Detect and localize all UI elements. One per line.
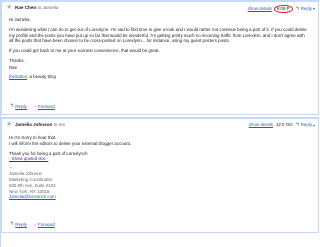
forward-action-label: Forward (37, 103, 55, 109)
show-details-link[interactable]: show details (249, 122, 273, 128)
signature: theitattoo: a beauty blog (9, 74, 310, 80)
reply-icon: ↰ (10, 221, 15, 228)
reply-button[interactable]: ↰ Reply ▾ (296, 122, 315, 129)
recipient-text: to me (53, 122, 66, 127)
reply-icon: ↰ (10, 103, 15, 110)
reply-icon: ↰ (295, 122, 300, 128)
reply-label: Reply (300, 122, 312, 128)
show-quoted-text-link[interactable]: - Show quoted text - (9, 156, 48, 161)
message-header[interactable]: ★ Jamelia Johnson to me show details 12:… (2, 119, 318, 132)
message-header[interactable]: ★ Rae Chen to Jamelia show details 9:09 … (2, 2, 318, 15)
show-details-link[interactable]: show details (248, 6, 272, 12)
body-paragraph: Rae (9, 64, 18, 70)
sender-line: Jamelia Johnson to me (15, 122, 65, 128)
message-actions: ↰ Reply → Forward (10, 103, 60, 110)
sender-name[interactable]: Rae Chen (15, 5, 36, 10)
star-icon[interactable]: ★ (6, 121, 12, 128)
chevron-down-icon[interactable]: ▾ (313, 123, 315, 128)
chevron-down-icon[interactable]: ▾ (313, 6, 315, 11)
signature-block: -- Jamelia Johnson Marketing Coordinator… (9, 165, 310, 200)
body-paragraph: Thanks, (9, 58, 25, 64)
reply-action-label: Reply (15, 221, 27, 227)
sender-line: Rae Chen to Jamelia (15, 5, 58, 11)
message-1: ★ Rae Chen to Jamelia show details 9:09 … (1, 0, 319, 115)
star-icon[interactable]: ★ (6, 4, 12, 11)
forward-action[interactable]: → Forward (32, 221, 55, 228)
message-body: Hi Jamelia, I'm wondering what I can do … (9, 17, 310, 84)
signature-link[interactable]: theitattoo (9, 74, 27, 79)
message-date: 12:0 Oct (275, 122, 293, 128)
forward-icon: → (31, 221, 37, 228)
recipient-text: to Jamelia (37, 5, 59, 10)
forward-action-label: Forward (37, 221, 55, 227)
reply-action[interactable]: ↰ Reply (10, 221, 27, 228)
message-body: Hi I'm Sorry to hear that. I will inform… (9, 135, 310, 200)
reply-action[interactable]: ↰ Reply (10, 103, 27, 110)
body-paragraph: If you could get back to me at your soon… (9, 48, 160, 54)
message-actions: ↰ Reply → Forward (10, 221, 60, 228)
reply-label: Reply (300, 6, 312, 11)
reply-action-label: Reply (15, 103, 27, 109)
body-paragraph: I will inform the editors to delete your… (9, 140, 132, 146)
body-paragraph: Hi Jamelia, (9, 17, 31, 22)
message-date: 9:09 P (273, 5, 293, 13)
header-controls: show details 9:09 P ↰ Reply ▾ (248, 5, 315, 13)
reply-button[interactable]: ↰ Reply ▾ (296, 6, 315, 13)
sender-name[interactable]: Jamelia Johnson (15, 122, 52, 127)
reply-icon: ↰ (295, 5, 300, 12)
message-2: ★ Jamelia Johnson to me show details 12:… (1, 117, 319, 233)
body-paragraph: I'm wondering what I can do to get out o… (9, 26, 307, 44)
signature-email-link[interactable]: Jamelia@lorexinch.com (9, 194, 310, 200)
header-controls: show details 12:0 Oct ↰ Reply ▾ (249, 122, 315, 129)
forward-icon: → (31, 103, 37, 110)
forward-action[interactable]: → Forward (32, 103, 55, 110)
signature-text: : a beauty blog (27, 73, 56, 79)
conversation-view: ★ Rae Chen to Jamelia show details 9:09 … (0, 0, 320, 247)
